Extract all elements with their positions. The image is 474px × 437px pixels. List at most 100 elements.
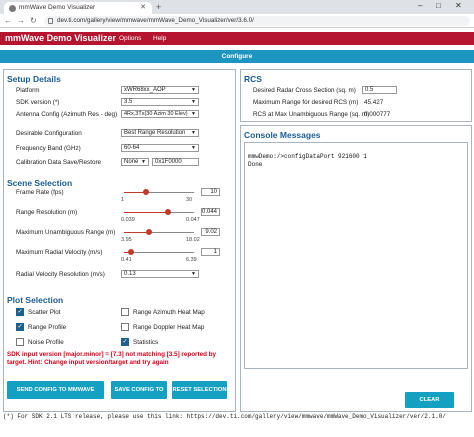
app-brand: mmWave Demo Visualizer (5, 33, 117, 43)
chevron-down-icon: ▼ (191, 145, 196, 151)
slider-max-label: 30 (186, 197, 193, 203)
slider-handle[interactable] (146, 229, 153, 235)
rcs-title: RCS (244, 74, 262, 84)
clear-console-button[interactable]: CLEAR CONSOLE (405, 392, 454, 419)
checkbox-label: Statistics (133, 339, 159, 346)
checkbox-range-profile[interactable]: ✓ (16, 323, 24, 331)
save-config-button[interactable]: SAVE CONFIG TO PC (111, 381, 167, 411)
checkbox-noise-profile[interactable] (16, 338, 24, 346)
desirable-config-select[interactable]: Best Range Resolution ▼ (121, 129, 199, 137)
forward-icon[interactable]: → (17, 16, 25, 25)
chevron-down-icon: ▼ (191, 271, 196, 277)
setup-title: Setup Details (7, 74, 61, 84)
console-panel: Console Messages mmwDemo:/>configDataPor… (240, 125, 472, 419)
address-bar: ← → ↻ dev.ti.com/gallery/view/mmwave/mmW… (0, 14, 474, 28)
slider-max-label: 18.02 (186, 237, 200, 243)
slider-value-input[interactable]: 10 (201, 188, 220, 196)
platform-select[interactable]: xWR68xx_AOP ▼ (121, 86, 199, 94)
frequency-band-select[interactable]: 60-64 ▼ (121, 144, 199, 152)
checkbox-range-azimuth-heat-map[interactable] (121, 308, 129, 316)
antenna-config-label: Antenna Config (Azimuth Res - deg) (16, 111, 118, 118)
slider-min-label: 0.41 (121, 257, 132, 263)
slider-max-label: 0.047 (186, 217, 200, 223)
new-tab-icon[interactable]: + (156, 2, 161, 12)
slider-label: Maximum Unambiguous Range (m) (16, 229, 116, 236)
sdk-version-label: SDK version (*) (16, 99, 60, 106)
slider-label: Maximum Radial Velocity (m/s) (16, 249, 103, 256)
calibration-address-input[interactable]: 0x1F0000 (152, 158, 199, 166)
chevron-down-icon: ▼ (191, 87, 196, 93)
browser-tab-title: mmWave Demo Visualizer (19, 4, 96, 11)
slider-value-input[interactable]: 9.02 (201, 228, 220, 236)
warning-message: SDK input version [major.minor] = [7.3] … (7, 351, 217, 366)
url-field[interactable]: dev.ti.com/gallery/view/mmwave/mmWave_De… (44, 16, 470, 26)
console-output-area[interactable]: mmwDemo:/>configDataPort 921600 1 Done (244, 142, 468, 369)
checkbox-label: Scatter Plot (28, 309, 61, 316)
checkbox-label: Range Profile (28, 324, 67, 331)
max-range-rcs-value: 45.427 (364, 99, 384, 106)
checkbox-label: Noise Profile (28, 339, 64, 346)
slider-max-label: 6.39 (186, 257, 197, 263)
slider-handle[interactable] (127, 249, 134, 255)
menu-help[interactable]: Help (153, 35, 166, 42)
slider-handle[interactable] (142, 189, 149, 195)
lock-icon (48, 18, 53, 24)
menu-options[interactable]: Options (119, 35, 141, 42)
slider-handle[interactable] (164, 209, 171, 215)
slider-value-input[interactable]: 0.044 (201, 208, 220, 216)
chevron-down-icon: ▼ (191, 99, 196, 105)
slider-track[interactable] (124, 252, 194, 253)
rcs-max-range-label: RCS at Max Unambiguous Range (sq. m) (253, 111, 370, 118)
max-range-rcs-label: Maximum Range for desired RCS (m) (253, 99, 359, 106)
radial-velocity-resolution-label: Radial Velocity Resolution (m/s) (16, 271, 105, 278)
chevron-down-icon: ▼ (191, 130, 196, 136)
slider-label: Range Resolution (m) (16, 209, 78, 216)
send-config-button[interactable]: SEND CONFIG TO MMWAVE DEVICE (7, 381, 104, 411)
slider-min-label: 0.039 (121, 217, 135, 223)
minimize-icon[interactable]: – (418, 1, 422, 10)
app-header: mmWave Demo Visualizer Options Help (0, 32, 474, 45)
scene-title: Scene Selection (7, 178, 73, 188)
plot-title: Plot Selection (7, 295, 64, 305)
platform-label: Platform (16, 87, 40, 94)
reset-selection-button[interactable]: RESET SELECTION (172, 381, 227, 399)
console-output-text: mmwDemo:/>configDataPort 921600 1 Done (248, 153, 367, 168)
desirable-config-label: Desirable Configuration (16, 130, 82, 137)
check-icon: ✓ (122, 339, 128, 345)
antenna-config-select[interactable]: 4Rx,3Tx(30 Azim 30 Elev) ▼ (121, 110, 199, 118)
chevron-down-icon: ▼ (141, 159, 146, 165)
close-window-icon[interactable]: ✕ (455, 1, 462, 10)
checkbox-label: Range Azimuth Heat Map (133, 309, 205, 316)
configure-tab-bar: Configure (0, 50, 474, 63)
check-icon: ✓ (17, 324, 23, 330)
frequency-band-label: Frequency Band (GHz) (16, 145, 81, 152)
checkbox-range-doppler-heat-map[interactable] (121, 323, 129, 331)
slider-value-input[interactable]: 1 (201, 248, 220, 256)
console-title: Console Messages (244, 130, 321, 140)
left-panel: Setup Details Platform xWR68xx_AOP ▼ SDK … (3, 69, 236, 412)
favicon-icon (9, 5, 16, 12)
check-icon: ✓ (17, 309, 23, 315)
slider-fill (124, 212, 168, 213)
footer-note: (*) For SDK 2.1 LTS release, please use … (3, 413, 446, 420)
checkbox-scatter-plot[interactable]: ✓ (16, 308, 24, 316)
slider-min-label: 3.95 (121, 237, 132, 243)
reload-icon[interactable]: ↻ (30, 16, 37, 25)
sdk-version-select[interactable]: 3.5 ▼ (121, 98, 199, 106)
slider-label: Frame Rate (fps) (16, 189, 64, 196)
close-tab-icon[interactable]: ✕ (140, 3, 146, 11)
tab-configure[interactable]: Configure (0, 53, 474, 60)
maximize-icon[interactable]: □ (436, 1, 441, 10)
slider-min-label: 1 (121, 197, 125, 203)
checkbox-statistics[interactable]: ✓ (121, 338, 129, 346)
browser-tab[interactable]: mmWave Demo Visualizer ✕ (4, 2, 152, 14)
desired-rcs-input[interactable]: 0.5 (362, 86, 397, 94)
radial-velocity-resolution-select[interactable]: 0.13 ▼ (121, 270, 199, 278)
calibration-label: Calibration Data Save/Restore (16, 159, 102, 166)
desired-rcs-label: Desired Radar Cross Section (sq. m) (253, 87, 356, 94)
url-text: dev.ti.com/gallery/view/mmwave/mmWave_De… (57, 17, 254, 24)
browser-tab-bar: mmWave Demo Visualizer ✕ + – □ ✕ (0, 0, 474, 14)
checkbox-label: Range Doppler Heat Map (133, 324, 205, 331)
back-icon[interactable]: ← (4, 16, 12, 25)
calibration-select[interactable]: None ▼ (121, 158, 149, 166)
